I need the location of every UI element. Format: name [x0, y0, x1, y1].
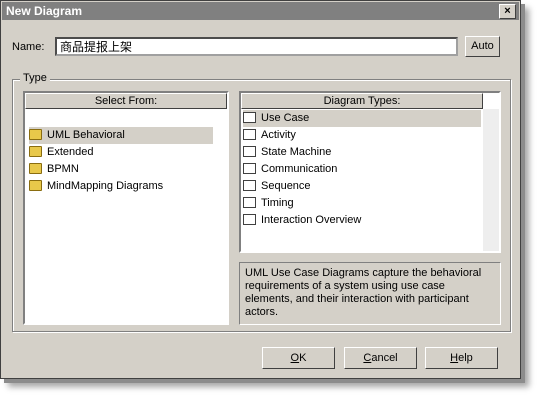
scrollbar-area [483, 109, 499, 251]
help-button[interactable]: Help [425, 347, 498, 369]
diagram-type-timing[interactable]: Timing [243, 195, 294, 212]
list-item-label: UML Behavioral [47, 129, 125, 141]
window-title: New Diagram [6, 4, 83, 18]
diagram-type-label: State Machine [261, 146, 332, 158]
list-item-uml-behavioral[interactable]: UML Behavioral [29, 127, 213, 144]
title-bar: New Diagram × [2, 2, 519, 20]
list-item-label: BPMN [47, 163, 79, 175]
diagram-type-label: Sequence [261, 180, 311, 192]
folder-icon [29, 162, 42, 174]
ok-mnemonic: O [290, 352, 300, 364]
select-from-list[interactable]: Select From: UML Behavioral Extended BPM… [23, 91, 229, 325]
diagram-type-activity[interactable]: Activity [243, 127, 296, 144]
help-label-rest: elp [458, 352, 473, 364]
diagram-description: UML Use Case Diagrams capture the behavi… [239, 262, 501, 325]
close-button[interactable]: × [499, 4, 516, 19]
diagram-types-list[interactable]: Diagram Types: Use Case Activity State M… [239, 91, 501, 253]
ok-button[interactable]: OK [262, 347, 335, 369]
list-item-label: MindMapping Diagrams [47, 180, 164, 192]
list-item-extended[interactable]: Extended [29, 144, 93, 161]
name-label: Name: [12, 41, 45, 53]
communication-icon [243, 162, 256, 174]
diagram-type-communication[interactable]: Communication [243, 161, 337, 178]
diagram-type-interaction-overview[interactable]: Interaction Overview [243, 212, 361, 229]
diagram-type-label: Activity [261, 129, 296, 141]
close-icon: × [504, 5, 511, 17]
diagram-type-use-case[interactable]: Use Case [243, 110, 481, 127]
cancel-button[interactable]: Cancel [344, 347, 417, 369]
folder-icon [29, 145, 42, 157]
diagram-type-state-machine[interactable]: State Machine [243, 144, 331, 161]
select-from-header: Select From: [25, 93, 227, 109]
use-case-icon [243, 111, 256, 123]
help-mnemonic: H [450, 352, 459, 364]
diagram-type-sequence[interactable]: Sequence [243, 178, 311, 195]
list-item-mindmapping[interactable]: MindMapping Diagrams [29, 178, 163, 195]
folder-icon [29, 179, 42, 191]
sequence-icon [243, 179, 256, 191]
auto-button[interactable]: Auto [465, 36, 500, 57]
timing-icon [243, 196, 256, 208]
state-machine-icon [243, 145, 256, 157]
diagram-type-label: Timing [261, 197, 294, 209]
diagram-type-label: Use Case [261, 112, 310, 124]
diagram-type-label: Interaction Overview [261, 214, 362, 226]
folder-icon [29, 128, 42, 140]
cancel-label-rest: ancel [371, 352, 398, 364]
list-item-label: Extended [47, 146, 94, 158]
activity-icon [243, 128, 256, 140]
list-item-bpmn[interactable]: BPMN [29, 161, 79, 178]
type-group-label: Type [20, 72, 50, 84]
interaction-overview-icon [243, 213, 256, 225]
ok-label-rest: K [299, 352, 307, 364]
diagram-types-header: Diagram Types: [241, 93, 483, 109]
name-field[interactable]: 商品提报上架 [55, 37, 458, 56]
diagram-type-label: Communication [261, 163, 338, 175]
